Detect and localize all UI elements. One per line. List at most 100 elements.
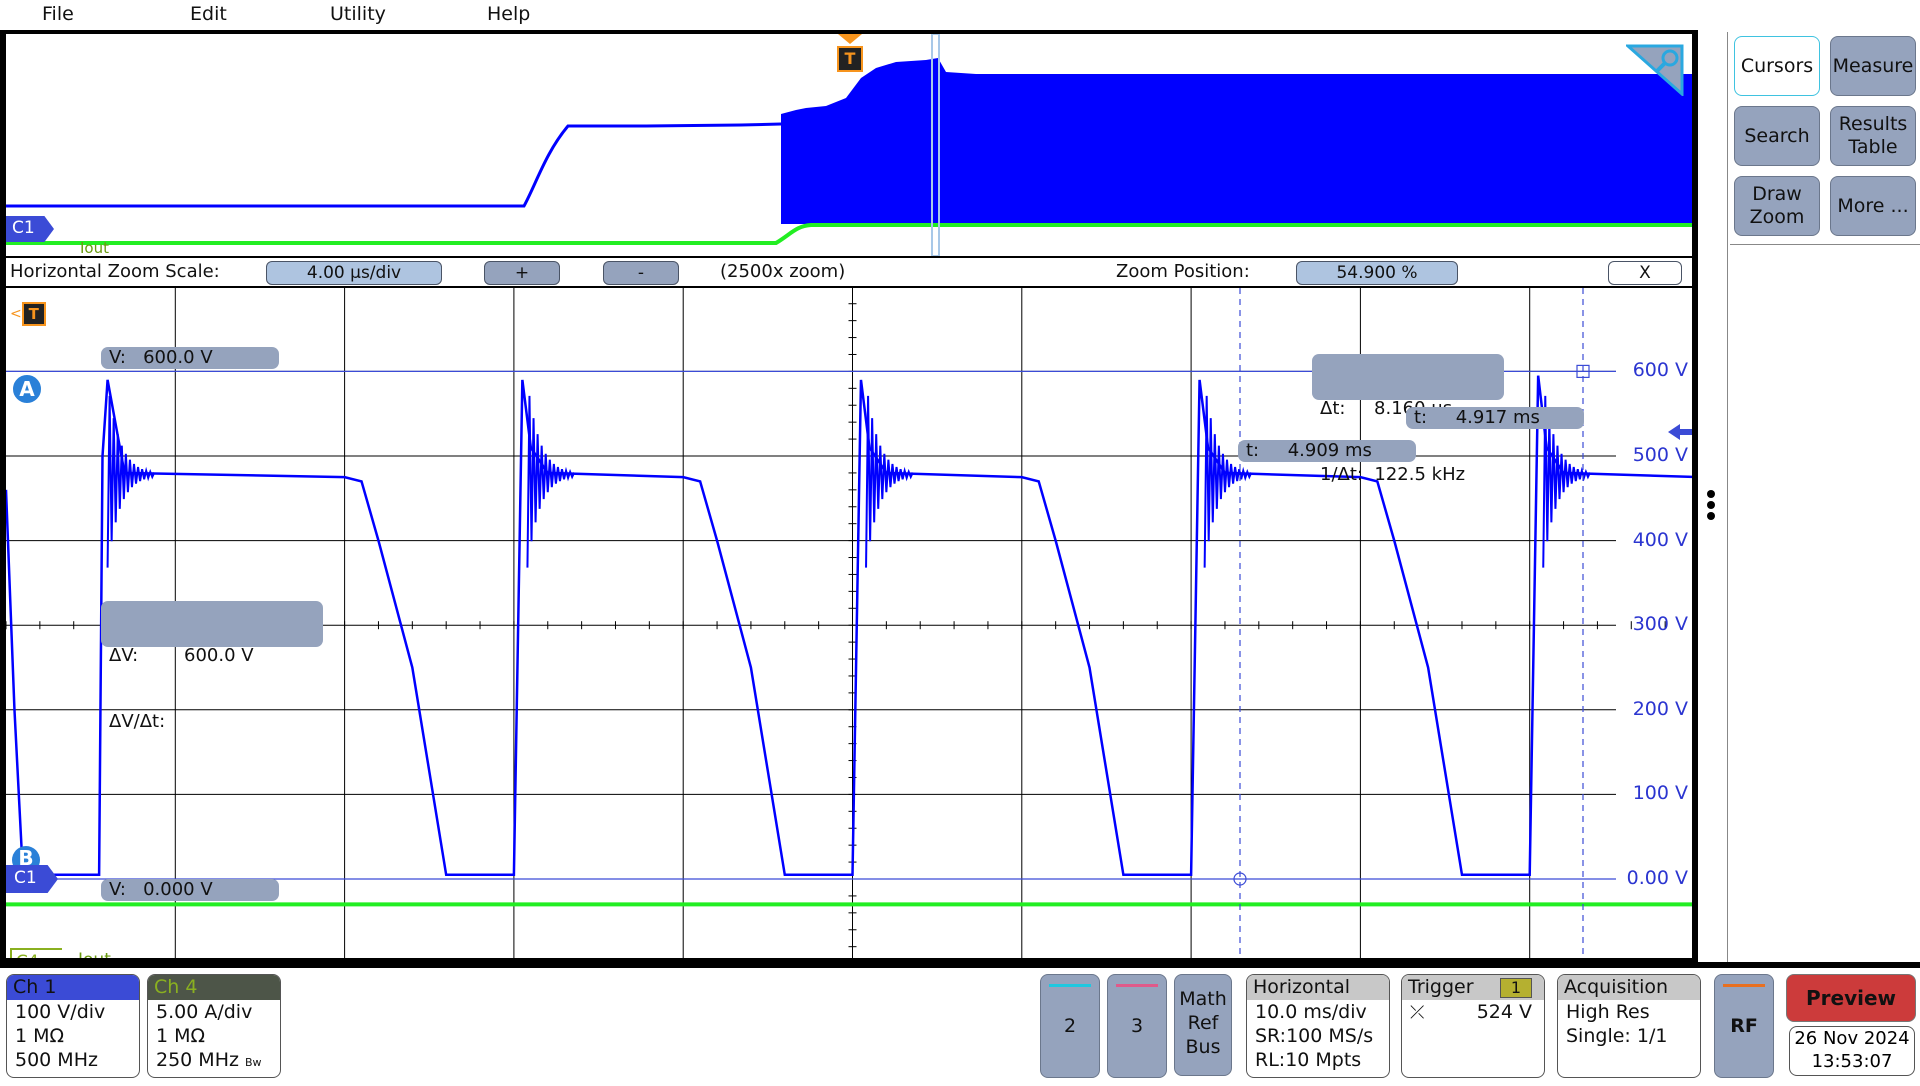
acquisition-badge[interactable]: Acquisition High Res Single: 1/1 — [1557, 974, 1701, 1078]
y-axis-label: 100 V — [1632, 782, 1688, 805]
cursor-b-time-readout: t: 4.917 ms — [1406, 407, 1584, 429]
ch4-badge-title: Ch 4 — [148, 975, 280, 1000]
preview-button[interactable]: Preview — [1786, 974, 1916, 1022]
trigger-title: Trigger — [1408, 976, 1474, 998]
zoom-position-input[interactable]: 54.900 % — [1296, 261, 1458, 285]
menu-edit[interactable]: Edit — [190, 3, 227, 25]
trigger-t-icon: T — [837, 46, 863, 72]
zoom-toolbar: Horizontal Zoom Scale: 4.00 µs/div + - (… — [6, 258, 1692, 286]
horizontal-scale: 10.0 ms/div — [1255, 1001, 1367, 1023]
delta-t-readout: Δt: 8.160 µs 1/Δt: 122.5 kHz — [1312, 354, 1504, 485]
overview-waveform[interactable]: T C1 Iout — [6, 34, 1692, 256]
overview-ch1-trace — [6, 122, 782, 208]
math-ref-bus-button[interactable]: Math Ref Bus — [1174, 974, 1232, 1076]
ch3-color-bar — [1116, 984, 1158, 987]
delta-v-readout: ΔV: 600.0 V ΔV/Δt: — [101, 601, 323, 732]
ch4-bandwidth: 250 MHz Bw — [148, 1048, 280, 1075]
more-options-icon[interactable] — [1707, 490, 1717, 526]
date: 26 Nov 2024 — [1794, 1028, 1910, 1049]
zoom-position-label: Zoom Position: — [1116, 261, 1250, 282]
trigger-badge[interactable]: Trigger 1 ⤫ 524 V — [1401, 974, 1545, 1078]
cursor-b-voltage-readout: V: 0.000 V — [101, 879, 279, 901]
menu-utility[interactable]: Utility — [330, 3, 386, 25]
ch4-badge[interactable]: Ch 4 5.00 A/div 1 MΩ 250 MHz Bw — [147, 974, 281, 1078]
draw-zoom-button[interactable]: Draw Zoom — [1734, 176, 1820, 236]
ch2-label: 2 — [1063, 1015, 1077, 1037]
date-time-display[interactable]: 26 Nov 2024 13:53:07 — [1789, 1026, 1915, 1076]
rf-color-bar — [1723, 984, 1765, 987]
trigger-arrow-icon — [838, 34, 862, 44]
ch1-offset-arrow-icon[interactable] — [1668, 424, 1692, 440]
main-ch1-tag-label: C1 — [14, 868, 37, 888]
cursor-a-voltage-readout: V: 600.0 V — [101, 347, 279, 369]
ch2-button[interactable]: 2 — [1040, 974, 1100, 1078]
acquisition-mode: High Res — [1566, 1001, 1650, 1023]
y-axis-label: 400 V — [1632, 528, 1688, 551]
rf-label: RF — [1730, 1015, 1758, 1037]
delta-v-dt-value: ΔV/Δt: — [109, 711, 166, 732]
ch1-bandwidth: 500 MHz — [15, 1049, 98, 1071]
results-table-button[interactable]: Results Table — [1830, 106, 1916, 166]
ch4-impedance: 1 MΩ — [156, 1025, 206, 1047]
time: 13:53:07 — [1811, 1051, 1893, 1072]
main-ch4-name: Iout — [78, 950, 111, 958]
ch1-ringing — [106, 395, 156, 568]
menu-help[interactable]: Help — [487, 3, 530, 25]
acquisition-title: Acquisition — [1558, 975, 1700, 1000]
ch1-badge[interactable]: Ch 1 100 V/div 1 MΩ 500 MHz — [6, 974, 140, 1078]
main-waveform-plot[interactable]: < T A B C1 C4 Iout V: 600.0 V V: 0.000 V… — [6, 288, 1692, 958]
edge-rising-falling-icon: ⤫ — [1410, 1002, 1425, 1023]
ch4-bandwidth-value: 250 MHz — [156, 1049, 239, 1071]
inv-delta-t-value: 1/Δt: 122.5 kHz — [1320, 464, 1466, 485]
zoom-scale-label: Horizontal Zoom Scale: — [10, 261, 220, 282]
cursor-a-time-readout: t: 4.909 ms — [1238, 440, 1416, 462]
overview-ch1-tag-label: C1 — [12, 218, 35, 238]
menu-bar: File Edit Utility Help — [0, 0, 1690, 30]
horizontal-badge[interactable]: Horizontal 10.0 ms/div SR:100 MS/s RL:10… — [1246, 974, 1390, 1078]
overview-ch1-tag[interactable]: C1 — [6, 216, 54, 242]
ch4-scale: 5.00 A/div — [156, 1001, 253, 1023]
y-axis-label: 300 V — [1632, 613, 1688, 636]
main-ch1-tag[interactable]: C1 — [6, 865, 58, 893]
record-length: RL:10 Mpts — [1255, 1049, 1362, 1071]
trigger-level: 524 V — [1476, 1001, 1532, 1023]
magnifier-icon[interactable] — [1624, 44, 1684, 98]
main-ch4-tag[interactable]: C4 — [10, 948, 62, 958]
right-side-panel: Cursors Measure Search Results Table Dra… — [1727, 32, 1920, 962]
overview-ch4-trace — [6, 223, 1692, 245]
zoom-out-button[interactable]: - — [603, 261, 679, 285]
overview-ch4-label: Iout — [80, 239, 109, 256]
zoom-factor-label: (2500x zoom) — [720, 261, 846, 282]
overview-ch1-burst — [781, 58, 1692, 224]
ch1-impedance: 1 MΩ — [15, 1025, 65, 1047]
search-button[interactable]: Search — [1734, 106, 1820, 166]
close-zoom-button[interactable]: X — [1608, 261, 1682, 285]
sample-rate: SR:100 MS/s — [1255, 1025, 1374, 1047]
ch3-button[interactable]: 3 — [1107, 974, 1167, 1078]
cursors-button[interactable]: Cursors — [1734, 36, 1820, 96]
zoom-in-button[interactable]: + — [484, 261, 560, 285]
horizontal-title: Horizontal — [1247, 975, 1389, 1000]
acquisition-state: Single: 1/1 — [1566, 1025, 1668, 1047]
bw-limit-icon: Bw — [245, 1056, 262, 1069]
y-axis-label: 200 V — [1632, 697, 1688, 720]
y-axis-label: 500 V — [1632, 444, 1688, 466]
ch1-ringing — [1203, 395, 1253, 568]
overview-trigger-marker[interactable]: T — [837, 34, 863, 72]
ch1-ringing — [526, 395, 576, 568]
cursor-a-handle[interactable]: A — [12, 374, 42, 404]
menu-file[interactable]: File — [42, 3, 74, 25]
zoom-scale-input[interactable]: 4.00 µs/div — [266, 261, 442, 285]
panel-divider — [1730, 244, 1920, 245]
ch3-label: 3 — [1130, 1015, 1144, 1037]
more-button[interactable]: More ... — [1830, 176, 1916, 236]
ch2-color-bar — [1049, 984, 1091, 987]
measure-button[interactable]: Measure — [1830, 36, 1916, 96]
bottom-settings-bar: Ch 1 100 V/div 1 MΩ 500 MHz Ch 4 5.00 A/… — [0, 962, 1920, 1086]
y-axis-label: 0.00 V — [1626, 867, 1688, 889]
main-trigger-marker[interactable]: < T — [10, 302, 46, 326]
main-ch4-tag-label: C4 — [16, 952, 39, 958]
ch1-badge-title: Ch 1 — [7, 975, 139, 1000]
rf-button[interactable]: RF — [1714, 974, 1774, 1078]
trigger-t-icon: T — [21, 302, 46, 326]
